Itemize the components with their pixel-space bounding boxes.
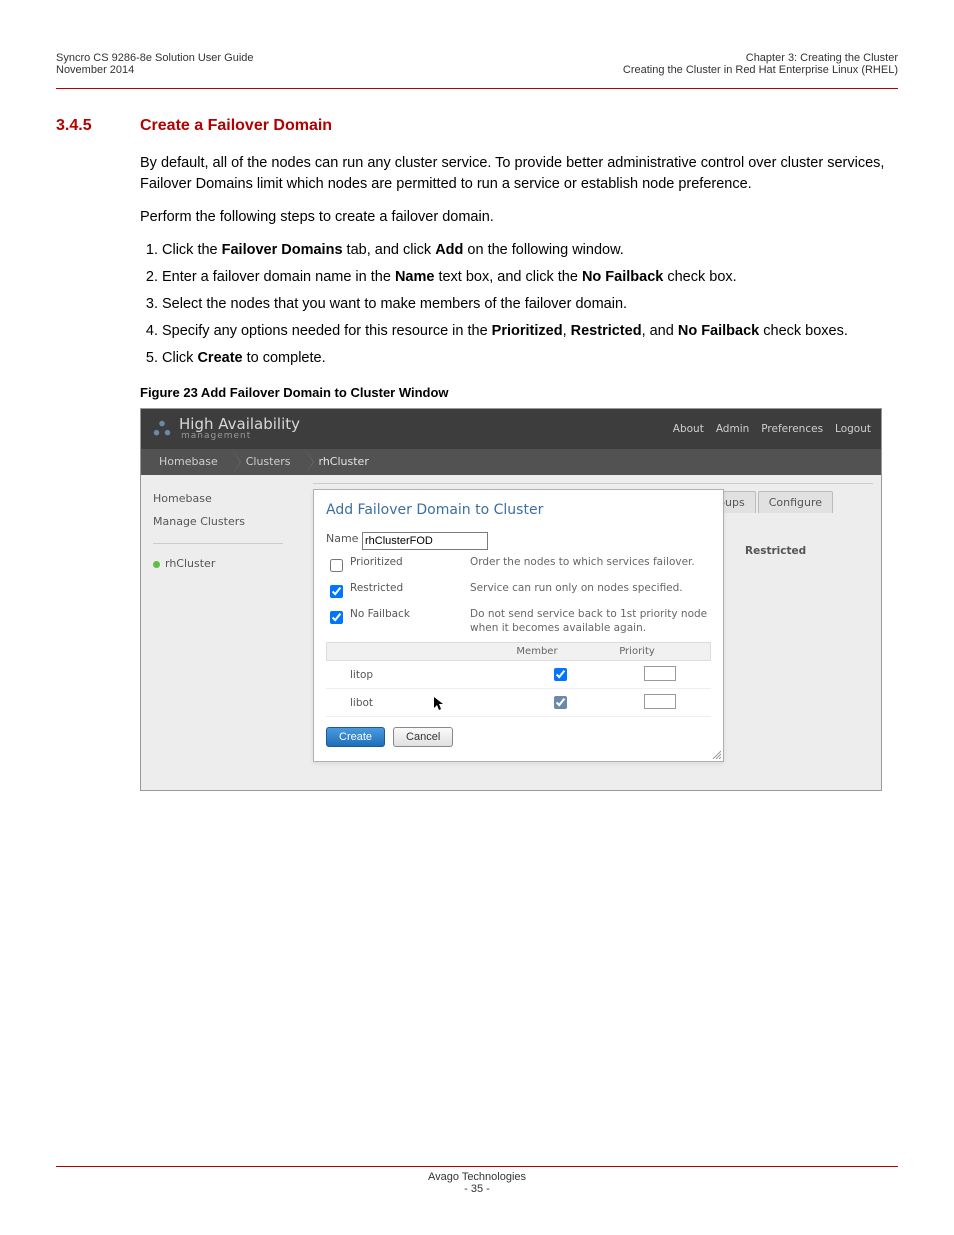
crumb-rhcluster[interactable]: rhCluster [305,449,383,475]
header-right-line2: Creating the Cluster in Red Hat Enterpri… [623,64,898,76]
prioritized-label: Prioritized [350,556,470,568]
name-label: Name [326,532,362,545]
cancel-button[interactable]: Cancel [393,727,453,747]
page-footer: Avago Technologies - 35 - [56,1166,898,1195]
screenshot-figure: High Availability management About Admin… [140,408,882,791]
intro-paragraph-2: Perform the following steps to create a … [140,207,898,228]
toplink-about[interactable]: About [673,423,704,435]
header-left-line2: November 2014 [56,64,254,76]
figure-caption: Figure 23 Add Failover Domain to Cluster… [140,385,898,400]
dialog-title: Add Failover Domain to Cluster [326,502,711,518]
step-4: Specify any options needed for this reso… [162,321,898,342]
tab-configure[interactable]: Configure [758,491,833,513]
section-number: 3.4.5 [56,117,140,135]
member-litop-priority[interactable] [644,666,676,681]
app-topbar: High Availability management About Admin… [141,409,881,449]
create-button[interactable]: Create [326,727,385,747]
sidebar-homebase[interactable]: Homebase [153,487,313,510]
prioritized-checkbox[interactable] [330,559,343,572]
app-logo-icon [151,418,173,440]
restricted-label: Restricted [350,582,470,594]
member-libot-priority[interactable] [644,694,676,709]
name-input[interactable] [362,532,488,550]
step-5: Click Create to complete. [162,348,898,369]
col-member: Member [487,646,587,657]
restricted-desc: Service can run only on nodes specified. [470,582,711,596]
add-failover-dialog: Add Failover Domain to Cluster Name Prio… [313,489,724,762]
breadcrumb: Homebase Clusters rhCluster [141,449,881,475]
step-3: Select the nodes that you want to make m… [162,294,898,315]
step-2: Enter a failover domain name in the Name… [162,267,898,288]
toplink-logout[interactable]: Logout [835,423,871,435]
member-litop: litop [326,669,510,681]
nofailback-label: No Failback [350,608,470,620]
status-dot-icon [153,561,160,568]
nofailback-desc: Do not send service back to 1st priority… [470,608,711,635]
member-litop-checkbox[interactable] [554,668,567,681]
sidebar: Homebase Manage Clusters rhCluster [141,475,313,790]
column-restricted: Restricted [745,545,806,557]
cursor-icon [434,697,444,711]
intro-paragraph-1: By default, all of the nodes can run any… [140,153,898,195]
prioritized-desc: Order the nodes to which services failov… [470,556,711,570]
steps-list: Click the Failover Domains tab, and clic… [140,240,898,369]
crumb-homebase[interactable]: Homebase [145,449,232,475]
app-title: High Availability [179,417,300,432]
header-left-line1: Syncro CS 9286-8e Solution User Guide [56,52,254,64]
step-1: Click the Failover Domains tab, and clic… [162,240,898,261]
page-header: Syncro CS 9286-8e Solution User Guide No… [56,52,898,89]
footer-company: Avago Technologies [56,1171,898,1183]
sidebar-manage-clusters[interactable]: Manage Clusters [153,510,313,533]
col-priority: Priority [587,646,687,657]
nofailback-checkbox[interactable] [330,611,343,624]
app-subtitle: management [181,432,300,441]
restricted-checkbox[interactable] [330,585,343,598]
toplink-preferences[interactable]: Preferences [761,423,823,435]
members-table: Member Priority litop libot [326,642,711,717]
section-title: Create a Failover Domain [140,117,332,135]
member-libot: libot [326,697,510,709]
footer-page-number: - 35 - [56,1183,898,1195]
sidebar-divider [153,543,283,544]
resize-grip-icon[interactable] [711,749,721,759]
sidebar-cluster-item[interactable]: rhCluster [153,552,313,575]
header-right-line1: Chapter 3: Creating the Cluster [623,52,898,64]
crumb-clusters[interactable]: Clusters [232,449,305,475]
member-libot-checkbox[interactable] [554,696,567,709]
toplink-admin[interactable]: Admin [716,423,749,435]
